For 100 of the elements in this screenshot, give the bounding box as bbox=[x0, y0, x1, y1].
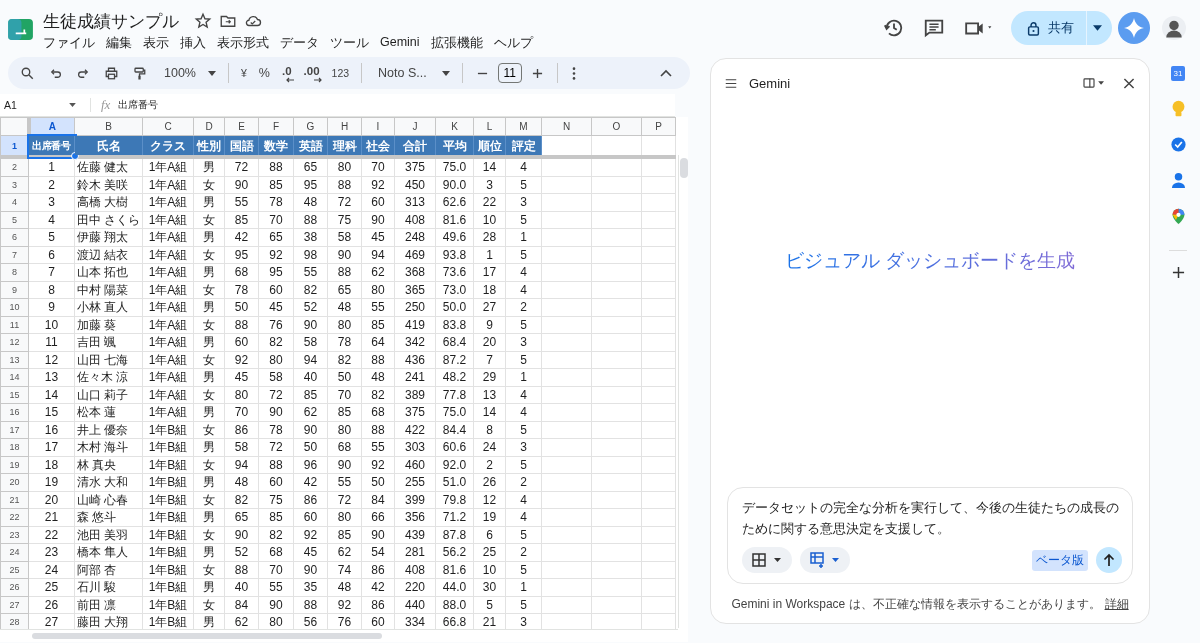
column-header[interactable]: H bbox=[327, 117, 362, 136]
prompt-text: データセットの完全な分析を実行して、今後の生徒たちの成長のために関する意思決定を支援して。 bbox=[742, 500, 1120, 538]
menu-item[interactable]: 表示形式 bbox=[217, 34, 269, 53]
column-header[interactable]: B bbox=[74, 117, 143, 136]
table-cell: 10 bbox=[473, 561, 506, 579]
panel-layout-icon[interactable] bbox=[1083, 78, 1105, 88]
table-cell: 90 bbox=[224, 176, 259, 194]
table-cell: 4 bbox=[505, 491, 542, 509]
table-cell: 25 bbox=[28, 578, 75, 596]
menu-icon[interactable] bbox=[725, 77, 737, 89]
history-icon[interactable] bbox=[883, 17, 905, 39]
table-cell: 1年A組 bbox=[142, 157, 194, 176]
table-cell: 88 bbox=[327, 263, 362, 281]
column-header[interactable]: C bbox=[142, 117, 194, 136]
table-cell: 82 bbox=[258, 526, 294, 544]
table-cell: 5 bbox=[505, 526, 542, 544]
number-format-button[interactable]: 123 bbox=[325, 61, 356, 85]
chart-dropdown-button[interactable] bbox=[800, 547, 850, 573]
table-cell: 90 bbox=[293, 316, 328, 334]
avatar-icon[interactable] bbox=[1162, 16, 1186, 40]
table-cell: 73.0 bbox=[435, 281, 474, 299]
print-icon[interactable] bbox=[104, 65, 119, 81]
font-dropdown[interactable]: Noto S... bbox=[368, 61, 456, 85]
column-header[interactable]: K bbox=[435, 117, 474, 136]
map-pin-icon[interactable] bbox=[1170, 208, 1186, 225]
column-header[interactable]: J bbox=[394, 117, 436, 136]
star-icon[interactable] bbox=[194, 12, 212, 30]
close-icon[interactable] bbox=[1123, 77, 1135, 89]
menu-item[interactable]: データ bbox=[280, 34, 319, 53]
collapse-icon[interactable] bbox=[660, 69, 672, 77]
percent-format-button[interactable]: % bbox=[252, 61, 276, 85]
table-cell: 1年B組 bbox=[142, 473, 194, 491]
table-cell: 60 bbox=[258, 281, 294, 299]
table-dropdown-button[interactable] bbox=[742, 547, 792, 573]
row-number[interactable]: 1 bbox=[0, 135, 29, 157]
prompt-box[interactable]: データセットの完全な分析を実行して、今後の生徒たちの成長のために関する意思決定を支援して。 ベータ版 bbox=[727, 487, 1133, 584]
table-cell: 女 bbox=[193, 561, 225, 579]
column-header[interactable]: N bbox=[541, 117, 592, 136]
menu-item[interactable]: 編集 bbox=[106, 34, 132, 53]
currency-format-button[interactable]: ¥ bbox=[235, 61, 253, 85]
table-cell: 92 bbox=[293, 526, 328, 544]
increase-decimal-button[interactable]: .00 bbox=[297, 61, 326, 85]
column-header[interactable]: M bbox=[505, 117, 542, 136]
column-header[interactable]: A bbox=[28, 117, 75, 136]
column-header[interactable]: D bbox=[193, 117, 225, 136]
table-cell: 女 bbox=[193, 316, 225, 334]
sparkle-button-icon[interactable] bbox=[1118, 12, 1150, 44]
table-cell: 90 bbox=[258, 596, 294, 614]
column-header[interactable]: I bbox=[361, 117, 395, 136]
share-button[interactable]: 共有 bbox=[1011, 11, 1086, 45]
add-icon[interactable] bbox=[1171, 266, 1185, 279]
share-options-button[interactable] bbox=[1086, 11, 1112, 45]
menu-item[interactable]: 拡張機能 bbox=[430, 34, 483, 53]
document-title[interactable]: 生徒成績サンプル bbox=[43, 9, 179, 33]
formula-field[interactable]: 出席番号 bbox=[118, 98, 159, 112]
column-header[interactable]: E bbox=[224, 117, 259, 136]
table-cell: 65 bbox=[258, 228, 294, 246]
name-box[interactable]: A1 bbox=[4, 99, 17, 111]
table-cell: 1年A組 bbox=[142, 228, 194, 246]
caret-icon[interactable] bbox=[69, 103, 76, 107]
more-icon[interactable] bbox=[571, 66, 576, 80]
menu-item[interactable]: ツール bbox=[330, 34, 369, 53]
table-cell: 9 bbox=[28, 298, 75, 316]
menu-item[interactable]: ヘルプ bbox=[493, 34, 533, 53]
person-icon[interactable] bbox=[1170, 172, 1186, 189]
font-size-field[interactable]: 11 bbox=[497, 63, 522, 83]
calendar-icon[interactable]: 31 bbox=[1171, 66, 1185, 81]
send-button[interactable] bbox=[1096, 547, 1122, 573]
column-header[interactable]: O bbox=[591, 117, 642, 136]
column-header[interactable]: P bbox=[641, 117, 676, 136]
table-cell: 1年A組 bbox=[142, 193, 194, 211]
menu-item[interactable]: 表示 bbox=[143, 34, 169, 53]
table-cell: 26 bbox=[28, 596, 75, 614]
column-header[interactable]: G bbox=[293, 117, 328, 136]
table-cell: 60 bbox=[293, 508, 328, 526]
plus-icon[interactable] bbox=[531, 67, 543, 79]
table-cell: 45 bbox=[224, 368, 259, 386]
table-cell: 清水 大和 bbox=[74, 473, 143, 491]
lock-icon bbox=[1027, 20, 1040, 36]
task-check-icon[interactable] bbox=[1170, 136, 1186, 153]
search-icon[interactable] bbox=[20, 65, 35, 81]
menu-item[interactable]: Gemini bbox=[380, 34, 420, 53]
table-cell: 1年A組 bbox=[142, 211, 194, 229]
menu-item[interactable]: 挿入 bbox=[180, 34, 206, 53]
column-header[interactable]: L bbox=[473, 117, 506, 136]
sheets-logo-icon[interactable] bbox=[8, 19, 33, 40]
table-cell: 1年A組 bbox=[142, 246, 194, 264]
column-header[interactable]: F bbox=[258, 117, 294, 136]
vertical-scrollbar[interactable] bbox=[678, 155, 688, 628]
horizontal-scrollbar[interactable] bbox=[0, 629, 678, 642]
learn-more-link[interactable]: 詳細 bbox=[1104, 596, 1129, 613]
table-cell: 1年B組 bbox=[142, 543, 194, 561]
menu-item[interactable]: ファイル bbox=[43, 34, 95, 53]
paint-format-icon[interactable] bbox=[132, 65, 147, 81]
comment-icon[interactable] bbox=[923, 17, 945, 39]
decrease-decimal-button[interactable]: .0 bbox=[275, 61, 298, 85]
zoom-dropdown[interactable]: 100% bbox=[158, 61, 222, 85]
table-cell: 88 bbox=[361, 421, 395, 439]
table-cell: 80 bbox=[327, 421, 362, 439]
table-cell: 1年A組 bbox=[142, 281, 194, 299]
